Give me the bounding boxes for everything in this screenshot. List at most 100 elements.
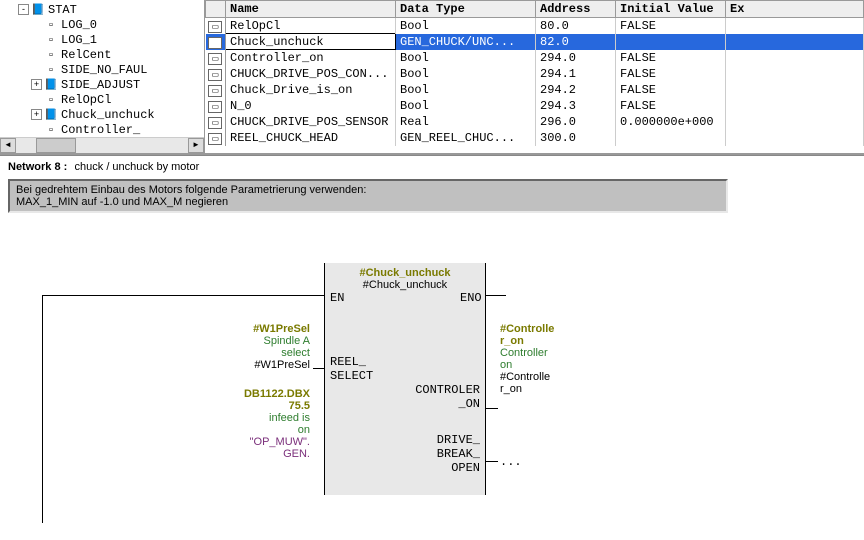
tree-label: LOG_1 [61,33,97,47]
cell-ex[interactable] [726,82,864,98]
cell-init[interactable]: FALSE [616,66,726,82]
cell-ex[interactable] [726,18,864,34]
cell-name[interactable]: CHUCK_DRIVE_POS_SENSOR [226,114,396,130]
tree-item[interactable]: +📘SIDE_ADJUST [18,77,204,92]
col-ex[interactable]: Ex [726,1,864,18]
tree-item[interactable]: ▫LOG_1 [18,32,204,47]
col-addr[interactable]: Address [536,1,616,18]
cell-init[interactable]: FALSE [616,98,726,114]
scroll-left-icon[interactable]: ◄ [0,138,16,153]
symbol-comment: Controller [500,347,554,359]
wire [486,408,498,409]
cell-init[interactable] [616,34,726,50]
tree-item[interactable]: ▫Controller_ [18,122,204,137]
collapse-icon[interactable]: - [18,4,29,15]
cell-addr[interactable]: 82.0 [536,34,616,50]
tree-item[interactable]: ▫LOG_0 [18,17,204,32]
tree-item[interactable]: +📘Chuck_unchuck [18,107,204,122]
var-icon: ▫ [44,34,58,46]
tree-root[interactable]: - 📘 STAT [18,2,204,17]
table-row[interactable]: ▭RelOpClBool80.0FALSE [206,18,864,34]
cell-addr[interactable]: 294.0 [536,50,616,66]
cell-ex[interactable] [726,98,864,114]
cell-ex[interactable] [726,50,864,66]
cell-addr[interactable]: 294.1 [536,66,616,82]
input-operand[interactable]: DB1122.DBX 75.5 infeed is on "OP_MUW". G… [180,388,310,460]
input-operand[interactable]: #W1PreSel Spindle A select #W1PreSel [180,323,310,371]
cell-ex[interactable] [726,66,864,82]
cell-addr[interactable]: 300.0 [536,130,616,146]
cell-name[interactable]: Controller_on [226,50,396,66]
cell-type[interactable]: Bool [396,66,536,82]
table-row[interactable]: ▭Chuck_Drive_is_onBool294.2FALSE [206,82,864,98]
struct-icon: 📘 [44,79,58,91]
symbol-name: DB1122.DBX [180,388,310,400]
cell-name[interactable]: CHUCK_DRIVE_POS_CON... [226,66,396,82]
cell-type[interactable]: Bool [396,98,536,114]
cell-type[interactable]: Real [396,114,536,130]
network-header: Network 8 : chuck / unchuck by motor [0,157,864,177]
h-scrollbar[interactable]: ◄ ► [0,137,204,153]
table-row[interactable]: ▭CHUCK_DRIVE_POS_CON...Bool294.1FALSE [206,66,864,82]
symbol-value: "OP_MUW". [180,436,310,448]
tree-item[interactable]: ▫RelOpCl [18,92,204,107]
cell-addr[interactable]: 294.3 [536,98,616,114]
scroll-thumb[interactable] [36,138,76,153]
icon-col [206,1,226,18]
cell-init[interactable]: FALSE [616,50,726,66]
cell-addr[interactable]: 80.0 [536,18,616,34]
cell-type[interactable]: GEN_CHUCK/UNC... [396,34,536,50]
cell-addr[interactable]: 296.0 [536,114,616,130]
tree[interactable]: - 📘 STAT ▫LOG_0 ▫LOG_1 ▫RelCent ▫SIDE_NO… [0,0,204,137]
table-row[interactable]: ▭CHUCK_DRIVE_POS_SENSORReal296.00.000000… [206,114,864,130]
tree-item[interactable]: ▫SIDE_NO_FAUL [18,62,204,77]
cell-type[interactable]: Bool [396,18,536,34]
col-init[interactable]: Initial Value [616,1,726,18]
tree-item[interactable]: ▫RelCent [18,47,204,62]
cell-name[interactable]: Chuck_unchuck [226,34,396,50]
tree-label: STAT [48,3,77,17]
cell-name[interactable]: N_0 [226,98,396,114]
scroll-right-icon[interactable]: ► [188,138,204,153]
wire [486,295,506,296]
cell-ex[interactable] [726,130,864,146]
var-icon: ▫ [44,124,58,136]
pin-eno: ENO [460,291,482,305]
output-operand[interactable]: #Controlle r_on Controller on #Controlle… [500,323,554,395]
output-continuation: ... [500,455,522,469]
tree-pane: - 📘 STAT ▫LOG_0 ▫LOG_1 ▫RelCent ▫SIDE_NO… [0,0,205,153]
cell-addr[interactable]: 294.2 [536,82,616,98]
cell-name[interactable]: REEL_CHUCK_HEAD [226,130,396,146]
cell-init[interactable] [616,130,726,146]
var-table[interactable]: Name Data Type Address Initial Value Ex … [205,0,864,146]
expand-icon[interactable]: + [31,79,42,90]
symbol-value: r_on [500,383,554,395]
row-type-icon: ▭ [206,50,226,66]
network-comment[interactable]: Bei gedrehtem Einbau des Motors folgende… [8,179,728,213]
table-row[interactable]: ▭N_0Bool294.3FALSE [206,98,864,114]
cell-ex[interactable] [726,34,864,50]
wire [42,295,332,296]
cell-init[interactable]: FALSE [616,82,726,98]
symbol-comment: select [180,347,310,359]
expand-icon[interactable]: + [31,109,42,120]
symbol-comment: infeed is [180,412,310,424]
table-row[interactable]: ▭REEL_CHUCK_HEADGEN_REEL_CHUC...300.0 [206,130,864,146]
fb-type-name: #Chuck_unchuck [325,279,485,291]
lad-diagram[interactable]: #Chuck_unchuck #Chuck_unchuck EN ENO #W1… [0,243,864,523]
table-row[interactable]: ▭Controller_onBool294.0FALSE [206,50,864,66]
var-icon: ▫ [44,19,58,31]
cell-init[interactable]: 0.000000e+000 [616,114,726,130]
col-name[interactable]: Name [226,1,396,18]
cell-name[interactable]: Chuck_Drive_is_on [226,82,396,98]
network-num: 8 [54,161,60,173]
cell-ex[interactable] [726,114,864,130]
col-type[interactable]: Data Type [396,1,536,18]
table-row[interactable]: ▭Chuck_unchuckGEN_CHUCK/UNC...82.0 [206,34,864,50]
cell-type[interactable]: GEN_REEL_CHUC... [396,130,536,146]
cell-type[interactable]: Bool [396,82,536,98]
cell-type[interactable]: Bool [396,50,536,66]
cell-init[interactable]: FALSE [616,18,726,34]
cell-name[interactable]: RelOpCl [226,18,396,34]
symbol-name: 75.5 [180,400,310,412]
